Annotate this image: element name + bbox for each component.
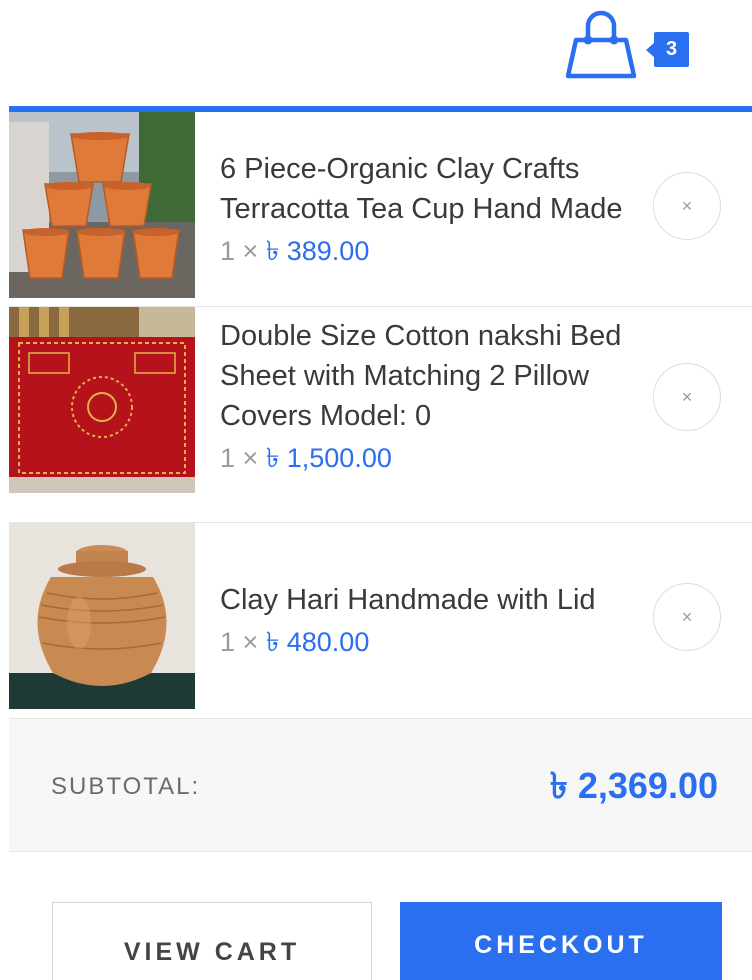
subtotal-label: SUBTOTAL: [51, 773, 201, 800]
product-image-tea-cups[interactable] [9, 112, 195, 298]
cart-item-price: ৳ 389.00 [265, 235, 370, 266]
remove-item-button[interactable]: × [653, 583, 721, 651]
cart-item-quantity-price: 1 × ৳ 389.00 [220, 231, 640, 271]
header: 3 [0, 0, 752, 106]
subtotal-value: ৳ 2,369.00 [549, 765, 718, 806]
cart-item-title[interactable]: Clay Hari Handmade with Lid [220, 580, 640, 620]
close-icon: × [681, 386, 693, 407]
cart-item-title[interactable]: Double Size Cotton nakshi Bed Sheet with… [220, 316, 640, 436]
remove-item-button[interactable]: × [653, 363, 721, 431]
cart-item-quantity: 1 × [220, 626, 259, 657]
close-icon: × [681, 195, 693, 216]
cart-item-quantity-price: 1 × ৳ 1,500.00 [220, 438, 640, 478]
mini-cart-dropdown: 6 Piece-Organic Clay Crafts Terracotta T… [9, 106, 752, 980]
cart-item-quantity-price: 1 × ৳ 480.00 [220, 622, 640, 662]
shopping-bag-icon[interactable] [564, 8, 638, 82]
cart-item-quantity: 1 × [220, 235, 259, 266]
subtotal-row: SUBTOTAL: ৳ 2,369.00 [9, 718, 752, 852]
view-cart-button[interactable]: VIEW CART [52, 902, 372, 980]
cart-item-info: 6 Piece-Organic Clay Crafts Terracotta T… [220, 112, 640, 307]
remove-item-button[interactable]: × [653, 172, 721, 240]
cart-item-info: Clay Hari Handmade with Lid 1 × ৳ 480.00 [220, 523, 640, 718]
cart-item-info: Double Size Cotton nakshi Bed Sheet with… [220, 307, 640, 487]
cart-count-badge: 3 [646, 32, 689, 67]
cart-item-title[interactable]: 6 Piece-Organic Clay Crafts Terracotta T… [220, 149, 640, 229]
cart-item: Clay Hari Handmade with Lid 1 × ৳ 480.00… [9, 523, 752, 719]
mini-cart-page: 3 6 Piece-Organic Clay Crafts Terracotta… [0, 0, 752, 980]
product-image-clay-hari[interactable] [9, 523, 195, 709]
cart-item-quantity: 1 × [220, 443, 259, 473]
cart-item: Double Size Cotton nakshi Bed Sheet with… [9, 307, 752, 523]
checkout-button[interactable]: CHECKOUT [400, 902, 722, 980]
close-icon: × [681, 606, 693, 627]
cart-item-price: ৳ 480.00 [265, 626, 370, 657]
cart-item: 6 Piece-Organic Clay Crafts Terracotta T… [9, 112, 752, 307]
cart-item-price: ৳ 1,500.00 [265, 443, 392, 473]
product-image-bed-sheet[interactable] [9, 307, 195, 493]
